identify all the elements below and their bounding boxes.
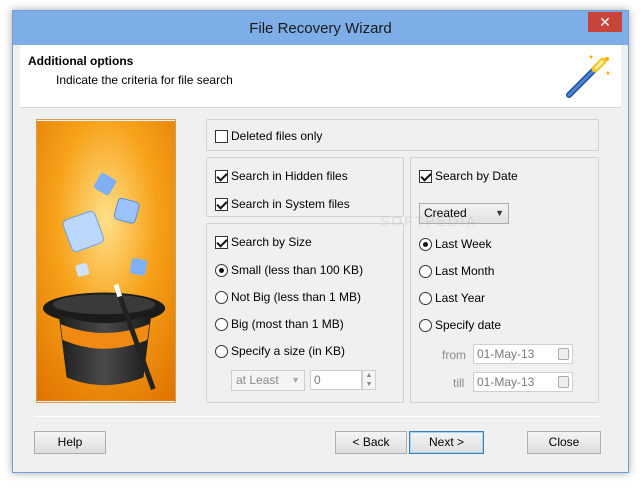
till-label: till <box>453 376 465 390</box>
checkbox-box[interactable] <box>215 169 228 183</box>
next-button[interactable]: Next > <box>409 431 484 454</box>
chevron-down-icon: ▼ <box>495 208 504 218</box>
from-date-input[interactable]: 01-May-13 <box>473 344 573 364</box>
hidden-system-group: Search in Hidden files Search in System … <box>206 157 404 217</box>
header-subtitle: Indicate the criteria for file search <box>56 73 233 87</box>
size-small-radio[interactable]: Small (less than 100 KB) <box>215 262 363 278</box>
wizard-header: Additional options Indicate the criteria… <box>20 45 621 108</box>
title-bar[interactable]: File Recovery Wizard ✕ <box>13 11 628 45</box>
date-type-value: Created <box>424 206 467 220</box>
from-date-value: 01-May-13 <box>477 347 535 361</box>
date-lastyear-radio[interactable]: Last Year <box>419 290 485 306</box>
checkbox-box[interactable] <box>215 197 228 211</box>
chevron-down-icon: ▼ <box>291 375 300 385</box>
date-specify-label: Specify date <box>435 318 502 332</box>
radio-dot[interactable] <box>419 264 432 278</box>
size-specify-label: Specify a size (in KB) <box>231 344 346 358</box>
footer-divider <box>34 416 599 417</box>
header-title: Additional options <box>28 54 134 68</box>
radio-dot[interactable] <box>419 291 432 305</box>
window-title: File Recovery Wizard <box>249 20 392 37</box>
system-files-checkbox[interactable]: Search in System files <box>215 196 350 212</box>
radio-dot[interactable] <box>419 237 432 251</box>
spin-up-icon[interactable]: ▲ <box>363 371 375 380</box>
deleted-files-checkbox[interactable]: Deleted files only <box>215 128 322 144</box>
date-lastmonth-radio[interactable]: Last Month <box>419 263 494 279</box>
deleted-files-label: Deleted files only <box>231 129 323 143</box>
date-group: Search by Date Created ▼ Last Week Last … <box>410 157 599 403</box>
radio-dot[interactable] <box>419 318 432 332</box>
hidden-files-label: Search in Hidden files <box>231 169 348 183</box>
search-by-date-checkbox[interactable]: Search by Date <box>419 168 518 184</box>
back-button[interactable]: < Back <box>335 431 407 454</box>
radio-dot[interactable] <box>215 263 228 277</box>
close-button[interactable]: Close <box>527 431 601 454</box>
spin-down-icon[interactable]: ▼ <box>363 380 375 389</box>
date-lastweek-radio[interactable]: Last Week <box>419 236 491 252</box>
radio-dot[interactable] <box>215 290 228 304</box>
checkbox-box[interactable] <box>215 129 228 143</box>
calendar-icon[interactable] <box>558 376 569 388</box>
checkbox-box[interactable] <box>215 235 228 249</box>
calendar-icon[interactable] <box>558 348 569 360</box>
size-mode-value: at Least <box>236 373 279 387</box>
radio-dot[interactable] <box>215 317 228 331</box>
checkbox-box[interactable] <box>419 169 432 183</box>
size-notbig-radio[interactable]: Not Big (less than 1 MB) <box>215 289 361 305</box>
date-type-select[interactable]: Created ▼ <box>419 203 509 224</box>
hidden-files-checkbox[interactable]: Search in Hidden files <box>215 168 348 184</box>
date-lastyear-label: Last Year <box>435 291 486 305</box>
radio-dot[interactable] <box>215 344 228 358</box>
wizard-window: File Recovery Wizard ✕ Additional option… <box>12 10 629 473</box>
magic-hat-illustration <box>36 119 176 403</box>
till-date-value: 01-May-13 <box>477 375 535 389</box>
size-big-label: Big (most than 1 MB) <box>231 317 344 331</box>
system-files-label: Search in System files <box>231 197 350 211</box>
from-label: from <box>442 348 466 362</box>
size-value-input[interactable]: 0 <box>310 370 362 390</box>
size-small-label: Small (less than 100 KB) <box>231 263 364 277</box>
date-lastweek-label: Last Week <box>435 237 492 251</box>
size-spinner[interactable]: ▲ ▼ <box>362 370 376 390</box>
date-specify-radio[interactable]: Specify date <box>419 317 501 333</box>
help-button[interactable]: Help <box>34 431 106 454</box>
size-mode-select[interactable]: at Least ▼ <box>231 370 305 391</box>
search-by-size-label: Search by Size <box>231 235 312 249</box>
search-by-date-label: Search by Date <box>435 169 518 183</box>
magic-wand-icon <box>566 55 610 98</box>
size-big-radio[interactable]: Big (most than 1 MB) <box>215 316 344 332</box>
search-by-size-checkbox[interactable]: Search by Size <box>215 234 312 250</box>
close-window-button[interactable]: ✕ <box>588 12 622 32</box>
date-lastmonth-label: Last Month <box>435 264 495 278</box>
size-group: Search by Size Small (less than 100 KB) … <box>206 223 404 403</box>
size-notbig-label: Not Big (less than 1 MB) <box>231 290 362 304</box>
till-date-input[interactable]: 01-May-13 <box>473 372 573 392</box>
size-specify-radio[interactable]: Specify a size (in KB) <box>215 343 345 359</box>
deleted-files-group: Deleted files only <box>206 119 599 151</box>
